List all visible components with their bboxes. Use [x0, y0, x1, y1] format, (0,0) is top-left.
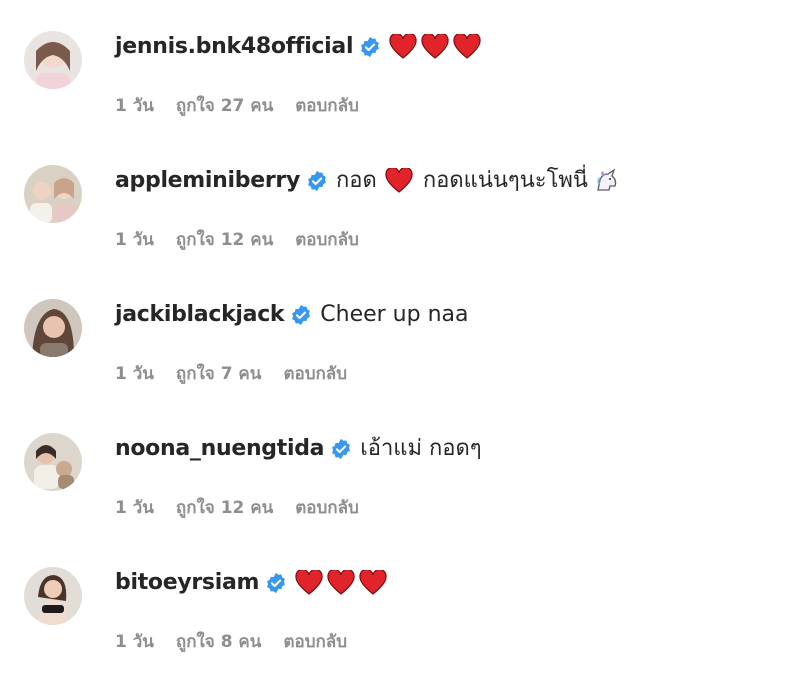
red-heart-icon — [389, 34, 417, 60]
reply-button[interactable]: ตอบกลับ — [295, 92, 359, 119]
comment-text: กอด — [335, 168, 377, 193]
red-heart-icon — [327, 570, 355, 596]
comment-item: jackiblackjack Cheer up naa 1 วัน ถูกใจ … — [0, 268, 800, 402]
verified-badge-icon — [306, 170, 328, 192]
comment-text: เอ้าแม่ กอดๆ — [360, 436, 482, 461]
avatar[interactable] — [24, 433, 82, 491]
reply-button[interactable]: ตอบกลับ — [283, 628, 347, 655]
reply-button[interactable]: ตอบกลับ — [295, 494, 359, 521]
avatar[interactable] — [24, 299, 82, 357]
comment-time: 1 วัน — [115, 96, 154, 116]
avatar[interactable] — [24, 31, 82, 89]
comment-time: 1 วัน — [115, 230, 154, 250]
likes-count[interactable]: ถูกใจ 12 คน — [176, 494, 273, 521]
likes-count[interactable]: ถูกใจ 12 คน — [176, 226, 273, 253]
comment-item: appleminiberry กอด กอดแน่นๆนะโพนี่ 1 วัน… — [0, 134, 800, 268]
likes-count[interactable]: ถูกใจ 8 คน — [176, 628, 262, 655]
username[interactable]: jackiblackjack — [115, 301, 285, 329]
comment-text: Cheer up naa — [320, 302, 469, 327]
reply-button[interactable]: ตอบกลับ — [283, 360, 347, 387]
red-heart-icon — [453, 34, 481, 60]
red-heart-icon — [295, 570, 323, 596]
red-heart-icon — [359, 570, 387, 596]
red-heart-icon — [385, 168, 413, 194]
username[interactable]: jennis.bnk48official — [115, 33, 354, 61]
comment-time: 1 วัน — [115, 632, 154, 652]
verified-badge-icon — [330, 438, 352, 460]
comment-time: 1 วัน — [115, 498, 154, 518]
username[interactable]: bitoeyrsiam — [115, 569, 259, 597]
comment-item: jennis.bnk48official 1 วัน ถูกใจ 27 คน ต… — [0, 0, 800, 134]
likes-count[interactable]: ถูกใจ 7 คน — [176, 360, 262, 387]
unicorn-icon — [594, 168, 620, 194]
verified-badge-icon — [290, 304, 312, 326]
comment-text: กอดแน่นๆนะโพนี่ — [422, 168, 588, 193]
comment-item: bitoeyrsiam 1 วัน ถูกใจ 8 คน ตอบกลับ — [0, 536, 800, 670]
verified-badge-icon — [359, 36, 381, 58]
red-heart-icon — [421, 34, 449, 60]
reply-button[interactable]: ตอบกลับ — [295, 226, 359, 253]
avatar[interactable] — [24, 567, 82, 625]
username[interactable]: appleminiberry — [115, 167, 300, 195]
comment-time: 1 วัน — [115, 364, 154, 384]
comment-item: noona_nuengtida เอ้าแม่ กอดๆ 1 วัน ถูกใจ… — [0, 402, 800, 536]
avatar[interactable] — [24, 165, 82, 223]
likes-count[interactable]: ถูกใจ 27 คน — [176, 92, 273, 119]
verified-badge-icon — [265, 572, 287, 594]
username[interactable]: noona_nuengtida — [115, 435, 325, 463]
